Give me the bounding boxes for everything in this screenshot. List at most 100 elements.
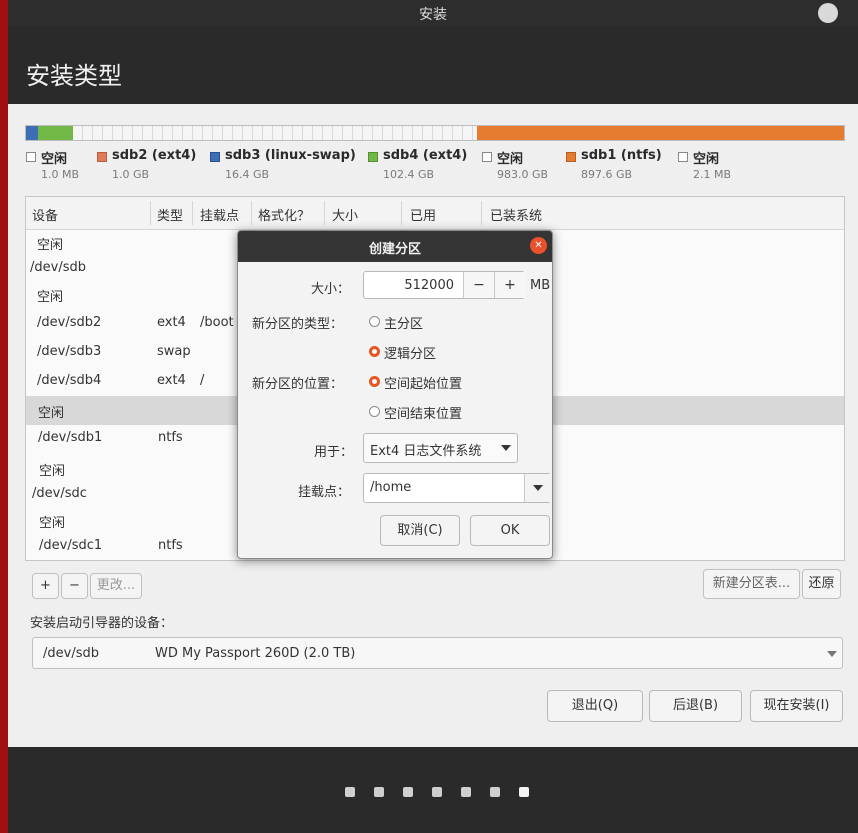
cancel-button[interactable]: 取消(C)	[380, 515, 460, 546]
partition-bar	[25, 125, 845, 141]
location-start-label[interactable]: 空间起始位置	[384, 373, 462, 392]
mount-point-label: 挂载点：	[298, 485, 351, 500]
legend-swatch	[482, 152, 492, 162]
location-start-radio[interactable]	[369, 376, 380, 387]
column-header-used[interactable]: 已用	[410, 205, 436, 224]
size-input[interactable]: 512000	[364, 278, 454, 293]
filesystem-select[interactable]: Ext4 日志文件系统	[363, 433, 518, 463]
size-label: 大小：	[311, 282, 351, 297]
use-as-label: 用于：	[314, 445, 354, 460]
type-logical-radio[interactable]	[369, 346, 380, 357]
chevron-down-icon	[533, 485, 543, 491]
column-header-size[interactable]: 大小	[332, 205, 358, 224]
partition-location-label: 新分区的位置：	[252, 377, 344, 392]
new-partition-table-button[interactable]: 新建分区表...	[703, 569, 800, 599]
legend-swatch	[97, 152, 107, 162]
cell-device: /dev/sdb	[30, 260, 86, 275]
progress-step-dot	[490, 787, 500, 797]
cell-device: 空闲	[38, 406, 65, 421]
location-end-radio[interactable]	[369, 406, 380, 417]
legend-size: 983.0 GB	[497, 168, 549, 181]
bootloader-device-select[interactable]: /dev/sdb WD My Passport 260D (2.0 TB)	[32, 637, 843, 669]
legend-size: 102.4 GB	[383, 168, 435, 181]
column-header-installed[interactable]: 已装系统	[490, 205, 542, 224]
cell-type: ext4	[157, 315, 186, 330]
legend-label: 空闲	[41, 152, 68, 167]
mount-point-dropdown-button[interactable]	[524, 474, 551, 502]
cell-device: /dev/sdc	[32, 486, 87, 501]
legend-size: 1.0 GB	[112, 168, 150, 181]
cell-mount: /	[200, 373, 205, 388]
size-spinbox[interactable]: 512000 − +	[363, 271, 525, 299]
column-divider	[481, 201, 482, 225]
progress-step-dot	[345, 787, 355, 797]
cell-device: /dev/sdb1	[38, 430, 103, 445]
partition-bar-segment-sdb1	[477, 126, 844, 140]
legend-swatch	[210, 152, 220, 162]
remove-partition-button[interactable]: −	[61, 573, 88, 599]
revert-button[interactable]: 还原	[802, 569, 841, 599]
legend-label: sdb2 (ext4)	[112, 148, 197, 163]
cell-device: /dev/sdb3	[37, 344, 102, 359]
cell-type: ntfs	[158, 430, 183, 445]
install-now-button[interactable]: 现在安装(I)	[750, 690, 843, 722]
partition-bar-segment-sdb3	[26, 126, 38, 140]
dialog-close-icon[interactable]: ✕	[530, 237, 547, 254]
page-heading: 安装类型	[26, 62, 122, 90]
column-divider	[251, 201, 252, 225]
legend-label: sdb1 (ntfs)	[581, 148, 662, 163]
dialog-title-bar: 创建分区 ✕	[238, 231, 552, 262]
partition-type-label: 新分区的类型：	[252, 317, 344, 332]
create-partition-dialog: 创建分区 ✕ 大小： 512000 − + MB 新分区的类型： 主分区 逻辑分…	[237, 230, 553, 559]
location-end-label[interactable]: 空间结束位置	[384, 403, 462, 422]
table-header: 设备 类型 挂载点 格式化？ 大小 已用 已装系统	[26, 197, 844, 230]
size-unit: MB	[530, 278, 551, 293]
column-header-type[interactable]: 类型	[157, 205, 183, 224]
bootloader-device-desc: WD My Passport 260D (2.0 TB)	[155, 646, 356, 661]
type-primary-radio[interactable]	[369, 316, 380, 327]
column-header-device[interactable]: 设备	[32, 205, 58, 224]
ok-button[interactable]: OK	[470, 515, 550, 546]
column-divider	[150, 201, 151, 225]
column-divider	[192, 201, 193, 225]
partition-bar-segment-free	[73, 126, 477, 140]
progress-step-dot	[403, 787, 413, 797]
back-button[interactable]: 后退(B)	[649, 690, 742, 722]
chevron-down-icon	[501, 445, 511, 451]
legend-size: 897.6 GB	[581, 168, 633, 181]
cell-device: /dev/sdb2	[37, 315, 102, 330]
quit-button[interactable]: 退出(Q)	[547, 690, 643, 722]
type-logical-label[interactable]: 逻辑分区	[384, 343, 436, 362]
legend-size: 16.4 GB	[225, 168, 270, 181]
add-partition-button[interactable]: +	[32, 573, 59, 599]
cell-device: 空闲	[37, 290, 64, 305]
column-divider	[324, 201, 325, 225]
progress-step-dot	[374, 787, 384, 797]
column-divider	[401, 201, 402, 225]
cell-device: 空闲	[37, 238, 64, 253]
cell-device: 空闲	[39, 464, 66, 479]
type-primary-label[interactable]: 主分区	[384, 313, 423, 332]
mount-point-combo[interactable]: /home	[363, 473, 551, 503]
window-close-icon[interactable]	[818, 3, 838, 23]
cell-device: /dev/sdb4	[37, 373, 102, 388]
cell-device: /dev/sdc1	[39, 538, 103, 553]
legend-swatch	[368, 152, 378, 162]
change-partition-button[interactable]: 更改...	[90, 573, 142, 599]
size-minus-button[interactable]: −	[463, 272, 494, 298]
bootloader-label: 安装启动引导器的设备：	[30, 616, 174, 631]
cell-mount: /boot	[200, 315, 234, 330]
dialog-title: 创建分区	[368, 242, 421, 257]
cell-type: ext4	[157, 373, 186, 388]
column-header-mount[interactable]: 挂载点	[200, 205, 239, 224]
chevron-down-icon	[827, 651, 837, 657]
progress-step-dot	[432, 787, 442, 797]
size-plus-button[interactable]: +	[494, 272, 525, 298]
mount-point-input[interactable]: /home	[370, 480, 411, 495]
legend-swatch	[678, 152, 688, 162]
legend-size: 1.0 MB	[41, 168, 80, 181]
column-header-format[interactable]: 格式化？	[258, 205, 310, 224]
progress-step-dot	[461, 787, 471, 797]
progress-step-dot-current	[519, 787, 529, 797]
filesystem-value: Ext4 日志文件系统	[370, 444, 482, 459]
